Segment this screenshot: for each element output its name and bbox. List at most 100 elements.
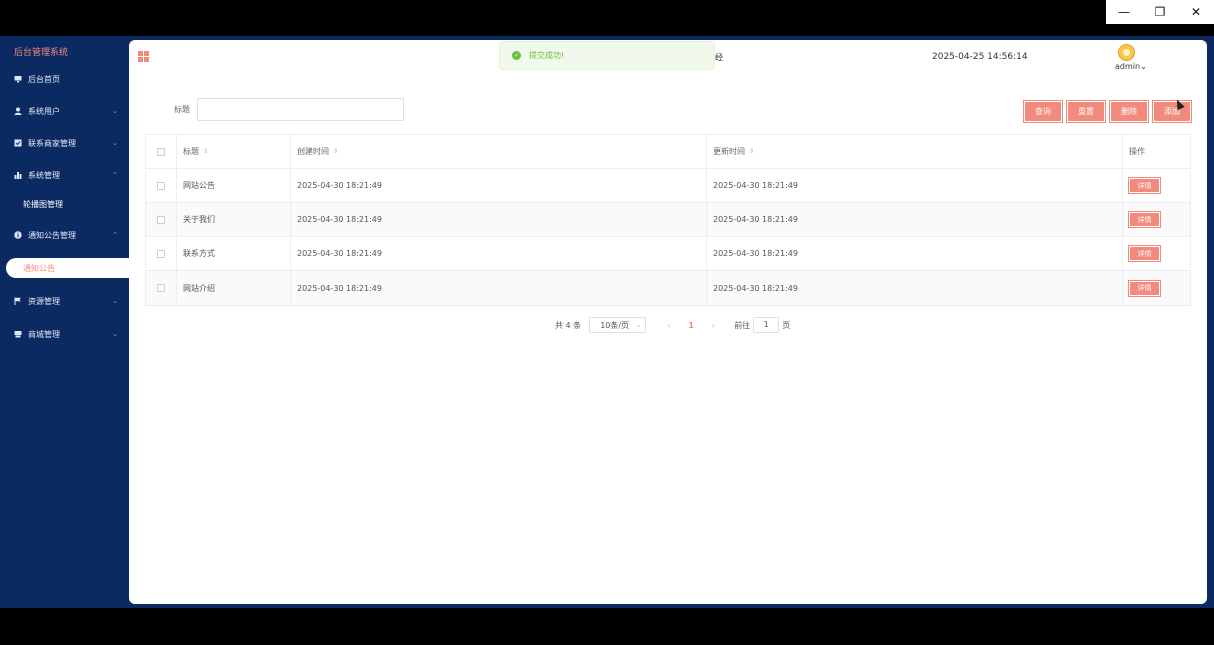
chevron-down-icon: ⌄ bbox=[112, 297, 118, 305]
page-size-value: 10条/页 bbox=[600, 320, 630, 330]
page-unit-label: 页 bbox=[782, 320, 791, 330]
checkbox-icon bbox=[14, 139, 22, 147]
window-titlebar: — ❐ ✕ bbox=[0, 0, 1214, 36]
restore-button[interactable]: ❐ bbox=[1142, 0, 1178, 24]
detail-button[interactable]: 详情 bbox=[1128, 211, 1161, 228]
sidebar-item-system[interactable]: 系统管理 ⌃ bbox=[0, 161, 130, 189]
header-datetime: 2025-04-25 14:56:14 bbox=[932, 52, 1028, 62]
page-number-current[interactable]: 1 bbox=[680, 321, 702, 330]
check-circle-icon: ✓ bbox=[512, 51, 521, 60]
sidebar-item-label: 商城管理 bbox=[28, 329, 60, 339]
window-controls: — ❐ ✕ bbox=[1106, 0, 1214, 24]
pagination-total: 共 4 条 bbox=[555, 320, 582, 330]
column-title[interactable]: 标题 ⇕ bbox=[177, 135, 291, 168]
row-checkbox[interactable] bbox=[157, 181, 165, 190]
column-title-label: 标题 bbox=[183, 147, 199, 156]
prev-page-button[interactable]: ‹ bbox=[658, 321, 680, 330]
chevron-up-icon: ⌃ bbox=[112, 171, 118, 179]
row-created: 2025-04-30 18:21:49 bbox=[291, 271, 707, 305]
sidebar-subitem-label: 轮播图管理 bbox=[23, 199, 63, 209]
sidebar-item-label: 后台首页 bbox=[28, 74, 60, 84]
sidebar-item-home[interactable]: 后台首页 bbox=[0, 65, 130, 93]
row-created: 2025-04-30 18:21:49 bbox=[291, 203, 707, 236]
header-partial-text: 经 bbox=[715, 53, 723, 62]
sidebar: 后台管理系统 后台首页 系统用户 ⌄ 联系商家管理 ⌄ 系统管理 ⌃ 轮播图管理… bbox=[0, 36, 130, 608]
table-row[interactable]: 联系方式 2025-04-30 18:21:49 2025-04-30 18:2… bbox=[146, 237, 1190, 271]
column-created-label: 创建时间 bbox=[297, 147, 329, 156]
chevron-down-icon: ⌄ bbox=[112, 107, 118, 115]
sidebar-item-label: 系统用户 bbox=[28, 106, 60, 116]
query-button[interactable]: 查询 bbox=[1023, 100, 1063, 123]
minimize-button[interactable]: — bbox=[1106, 0, 1142, 24]
row-title: 网站公告 bbox=[177, 169, 291, 202]
goto-label: 前往 bbox=[734, 320, 751, 330]
row-updated: 2025-04-30 18:21:49 bbox=[707, 169, 1123, 202]
chevron-down-icon: ⌄ bbox=[112, 330, 118, 338]
title-filter-label: 标题 bbox=[174, 105, 190, 114]
select-all-checkbox[interactable] bbox=[157, 147, 165, 156]
detail-button[interactable]: 详情 bbox=[1128, 279, 1161, 297]
store-icon bbox=[14, 330, 22, 338]
app-frame: 后台管理系统 后台首页 系统用户 ⌄ 联系商家管理 ⌄ 系统管理 ⌃ 轮播图管理… bbox=[0, 36, 1214, 608]
row-created: 2025-04-30 18:21:49 bbox=[291, 169, 707, 202]
close-button[interactable]: ✕ bbox=[1178, 0, 1214, 24]
sidebar-subitem-carousel[interactable]: 轮播图管理 bbox=[0, 193, 130, 215]
column-updated[interactable]: 更新时间 ⇕ bbox=[707, 135, 1123, 168]
table-row[interactable]: 网站公告 2025-04-30 18:21:49 2025-04-30 18:2… bbox=[146, 169, 1190, 203]
sidebar-item-label: 通知公告管理 bbox=[28, 230, 76, 240]
row-created: 2025-04-30 18:21:49 bbox=[291, 237, 707, 270]
chevron-up-icon: ⌃ bbox=[112, 231, 118, 239]
sidebar-item-resources[interactable]: 资源管理 ⌄ bbox=[0, 287, 130, 315]
sidebar-subitem-notice-active[interactable]: 通知公告 bbox=[6, 258, 130, 278]
user-menu[interactable]: admin⌄ bbox=[1115, 62, 1147, 71]
next-page-button[interactable]: › bbox=[702, 321, 724, 330]
reset-button[interactable]: 重置 bbox=[1066, 100, 1106, 123]
sort-icon[interactable]: ⇕ bbox=[749, 148, 754, 155]
sidebar-item-users[interactable]: 系统用户 ⌄ bbox=[0, 97, 130, 125]
user-icon bbox=[14, 107, 22, 115]
chevron-down-icon: ⌄ bbox=[636, 321, 642, 329]
row-updated: 2025-04-30 18:21:49 bbox=[707, 237, 1123, 270]
sort-icon[interactable]: ⇕ bbox=[333, 148, 338, 155]
username-label: admin bbox=[1115, 62, 1141, 71]
brand-title: 后台管理系统 bbox=[14, 48, 69, 58]
title-filter-input[interactable] bbox=[197, 98, 404, 121]
detail-button[interactable]: 详情 bbox=[1128, 245, 1161, 262]
notice-table: 标题 ⇕ 创建时间 ⇕ 更新时间 ⇕ 操作 网站公告 2025-04-30 18:21… bbox=[145, 134, 1191, 306]
pagination: 共 4 条 10条/页 ⌄ ‹ 1 › 前往 1 页 bbox=[555, 317, 790, 333]
chevron-down-icon: ⌄ bbox=[112, 139, 118, 147]
row-updated: 2025-04-30 18:21:49 bbox=[707, 271, 1123, 305]
row-title: 关于我们 bbox=[177, 203, 291, 236]
menu-grid-icon[interactable] bbox=[138, 51, 149, 62]
sidebar-subitem-label: 通知公告 bbox=[23, 264, 55, 273]
success-toast: ✓ 提交成功! bbox=[499, 41, 715, 70]
sidebar-item-notice[interactable]: 通知公告管理 ⌃ bbox=[0, 221, 130, 249]
sidebar-item-label: 资源管理 bbox=[28, 296, 60, 306]
add-button[interactable]: 添加 bbox=[1152, 100, 1192, 123]
detail-button[interactable]: 详情 bbox=[1128, 177, 1161, 194]
info-icon bbox=[14, 231, 22, 239]
action-toolbar: 查询 重置 删除 添加 bbox=[1023, 100, 1192, 123]
sidebar-item-store[interactable]: 商城管理 ⌄ bbox=[0, 320, 130, 348]
page-size-select[interactable]: 10条/页 ⌄ bbox=[589, 317, 647, 333]
row-checkbox[interactable] bbox=[157, 249, 165, 258]
sidebar-item-merchant[interactable]: 联系商家管理 ⌄ bbox=[0, 129, 130, 157]
row-updated: 2025-04-30 18:21:49 bbox=[707, 203, 1123, 236]
goto-page-input[interactable]: 1 bbox=[753, 317, 780, 333]
table-row[interactable]: 网站介绍 2025-04-30 18:21:49 2025-04-30 18:2… bbox=[146, 271, 1190, 305]
chevron-down-icon: ⌄ bbox=[1140, 62, 1147, 71]
delete-button[interactable]: 删除 bbox=[1109, 100, 1149, 123]
sidebar-item-label: 联系商家管理 bbox=[28, 138, 76, 148]
row-checkbox[interactable] bbox=[157, 284, 165, 292]
row-title: 网站介绍 bbox=[177, 271, 291, 305]
column-ops: 操作 bbox=[1123, 135, 1192, 168]
column-updated-label: 更新时间 bbox=[713, 147, 745, 156]
flag-icon bbox=[14, 297, 22, 305]
sort-icon[interactable]: ⇕ bbox=[203, 148, 208, 155]
table-row[interactable]: 关于我们 2025-04-30 18:21:49 2025-04-30 18:2… bbox=[146, 203, 1190, 237]
main-panel: ✓ 提交成功! 经 2025-04-25 14:56:14 admin⌄ 标题 … bbox=[129, 40, 1207, 604]
column-created[interactable]: 创建时间 ⇕ bbox=[291, 135, 707, 168]
row-checkbox[interactable] bbox=[157, 215, 165, 224]
toast-message: 提交成功! bbox=[529, 51, 565, 60]
avatar[interactable] bbox=[1118, 44, 1135, 61]
